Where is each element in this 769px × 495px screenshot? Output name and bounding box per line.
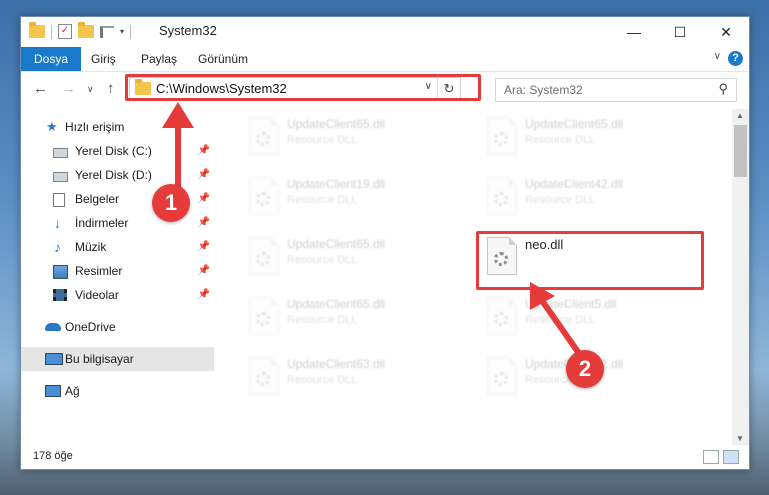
annotation-arrows [162, 102, 581, 355]
step-badge-2: 2 [566, 350, 604, 388]
step-badge-1: 1 [152, 184, 190, 222]
arrow-head-step-1 [162, 102, 194, 128]
arrow-step-2 [540, 299, 581, 355]
